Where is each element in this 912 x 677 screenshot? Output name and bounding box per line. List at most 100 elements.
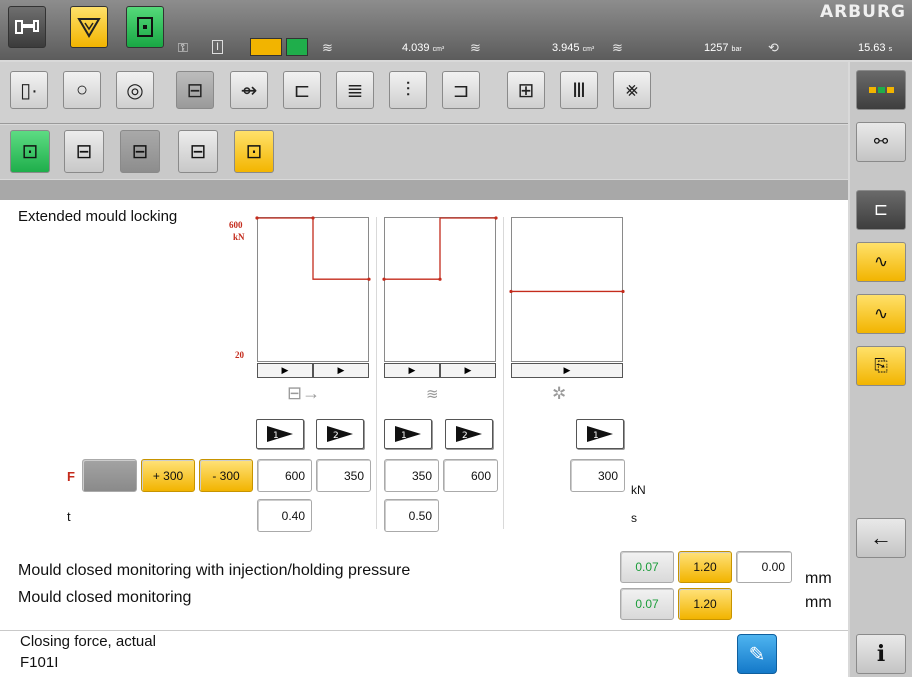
time-row-label: t — [67, 509, 71, 524]
mould-locking-tab[interactable]: ⊟ — [120, 130, 160, 173]
network-icon: ⚯ — [873, 132, 889, 151]
hot-runner-button[interactable]: Ⅲ — [560, 71, 598, 109]
cycle-icon — [286, 38, 308, 56]
chart1-step1-marker: ▶ — [257, 363, 313, 378]
machine-overview-button[interactable] — [8, 6, 46, 48]
injection-icon: ≋ — [612, 40, 623, 55]
mould-open-arrow-icon: ⊟ — [75, 141, 93, 163]
curve-point — [255, 216, 259, 220]
peripherals-button[interactable]: ⊞ — [507, 71, 545, 109]
mould-protection-button[interactable]: ⊟ — [178, 130, 218, 173]
nozzle-icon: ⫶ — [405, 78, 411, 101]
mould-function-button[interactable]: ▯· — [10, 71, 48, 109]
chart1-step2-marker: ▶ — [313, 363, 369, 378]
network-button[interactable]: ⚯ — [856, 122, 906, 162]
back-button[interactable]: ← — [856, 518, 906, 558]
injection-grey-icon: ≋ — [426, 386, 439, 403]
chart2-step2-button[interactable]: 2 — [445, 419, 493, 449]
mould-locking-button[interactable]: ⊟ — [176, 71, 214, 109]
monitoring-injection-max[interactable]: 1.20 — [678, 551, 732, 583]
force-curve-2 — [384, 217, 496, 280]
force-input-chart2-step2[interactable]: 600 — [443, 459, 498, 492]
curve-point — [494, 216, 498, 220]
documentation-button[interactable]: ⎘ — [856, 346, 906, 386]
cycle-button[interactable]: ○ — [63, 71, 101, 109]
footer-info: Closing force, actual F101I ✎ — [0, 630, 848, 677]
force-minus-button[interactable]: - 300 — [199, 459, 253, 492]
force-input-chart1-step1[interactable]: 600 — [257, 459, 312, 492]
force-input-chart1-step2[interactable]: 350 — [316, 459, 371, 492]
cushion-volume-readout: 3.945 cm³ — [552, 42, 595, 54]
force-input-chart3-step1[interactable]: 300 — [570, 459, 625, 492]
chart2-step1-button[interactable]: 1 — [384, 419, 432, 449]
status-lights-button[interactable] — [856, 70, 906, 110]
chart3-step1-button[interactable]: 1 — [576, 419, 624, 449]
dosing-volume-readout: 4.039 cm³ — [402, 42, 445, 54]
mould-close-button[interactable]: ⊡ — [10, 130, 50, 173]
force-input-chart2-step1[interactable]: 350 — [384, 459, 439, 492]
mould-icon — [137, 17, 153, 37]
curve-point — [367, 277, 371, 281]
force-reference-field[interactable] — [82, 459, 137, 492]
spiral-icon: ◎ — [126, 79, 144, 102]
nozzle-button[interactable]: ⊐ — [442, 71, 480, 109]
graph-compare-icon: ∿ — [873, 304, 889, 323]
column-separator-2 — [503, 217, 504, 529]
mode-i-icon: I — [212, 40, 224, 54]
footer-parameter-name: Closing force, actual — [20, 633, 156, 650]
chart1-step1-button[interactable]: 1 — [256, 419, 304, 449]
gripper-icon: ⨳ — [625, 78, 639, 101]
process-graph-button[interactable]: ∿ — [856, 242, 906, 282]
force-plus-label: + 300 — [152, 468, 184, 483]
ejector-icon: ⇴ — [240, 79, 258, 102]
arburg-logo: ARBURG — [819, 2, 906, 22]
monitoring-injection-min: 0.07 — [620, 551, 674, 583]
key-icon: ⚿ — [178, 40, 188, 55]
process-compare-button[interactable]: ∿ — [856, 294, 906, 334]
mould-lock-icon: ⊟ — [131, 141, 149, 163]
svg-text:2: 2 — [333, 431, 339, 441]
injection-unit-button[interactable]: ⫶ — [389, 71, 427, 109]
chart3-step1-marker: ▶ — [511, 363, 623, 378]
chart2-step1-marker: ▶ — [384, 363, 440, 378]
step-1-icon: 1 — [267, 426, 293, 442]
force-curves — [255, 216, 625, 294]
mould-close-icon: ⊡ — [21, 141, 39, 163]
ejector-button[interactable]: ⇴ — [230, 71, 268, 109]
mould-open-button[interactable]: ⊟ — [64, 130, 104, 173]
curve-point — [438, 277, 442, 281]
time-input-chart2[interactable]: 0.50 — [384, 499, 439, 532]
screw-button[interactable]: ◎ — [116, 71, 154, 109]
svg-text:1: 1 — [593, 431, 599, 441]
chart1-step2-button[interactable]: 2 — [316, 419, 364, 449]
core-pull-button[interactable]: ⊏ — [283, 71, 321, 109]
monitoring-label: Mould closed monitoring — [18, 589, 192, 606]
step-1-icon: 1 — [587, 426, 613, 442]
heating-zones-button[interactable]: ≣ — [336, 71, 374, 109]
info-icon: i — [876, 641, 886, 667]
graph-icon: ∿ — [873, 252, 889, 271]
mould-subfunction-toolbar: ⊡ ⊟ ⊟ ⊟ ⊡ — [0, 125, 848, 179]
edit-button[interactable]: ✎ — [737, 634, 777, 674]
nozzle-move-icon: ⊐ — [452, 79, 470, 102]
step-2-icon: 2 — [456, 426, 482, 442]
time-input-chart1[interactable]: 0.40 — [257, 499, 312, 532]
mould-status-button[interactable] — [126, 6, 164, 48]
alarm-button[interactable] — [70, 6, 108, 48]
function-toolbar: ▯· ○ ◎ ⊟ ⇴ ⊏ ≣ ⫶ ⊐ ⊞ Ⅲ ⨳ — [0, 62, 848, 124]
column-separator-1 — [376, 217, 377, 529]
monitoring-max[interactable]: 1.20 — [678, 588, 732, 620]
info-button[interactable]: i — [856, 634, 906, 674]
main-panel: Extended mould locking 600 kN 20 ▶ ▶ ▶ ▶… — [0, 200, 848, 630]
force-plus-button[interactable]: + 300 — [141, 459, 195, 492]
mould-safety-button[interactable]: ⊡ — [234, 130, 274, 173]
monitoring-injection-actual[interactable]: 0.00 — [736, 551, 792, 583]
core-icon: ⊏ — [293, 79, 311, 102]
mould-protect-icon: ⊟ — [189, 141, 207, 163]
alarm-funnel-icon — [77, 18, 101, 38]
machine-button[interactable]: ⊏ — [856, 190, 906, 230]
robot-button[interactable]: ⨳ — [613, 71, 651, 109]
chart-y-unit-label: kN — [233, 232, 245, 242]
force-minus-label: - 300 — [212, 468, 240, 483]
svg-text:1: 1 — [401, 431, 407, 441]
